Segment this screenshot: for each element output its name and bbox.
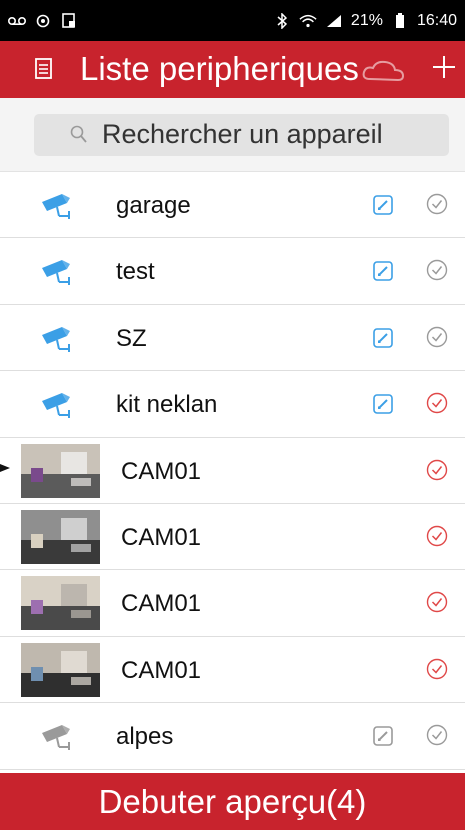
title-bar: Liste peripheriques — [0, 41, 465, 98]
device-thumbnail — [21, 443, 100, 498]
device-name: CAM01 — [121, 457, 202, 485]
device-row[interactable]: CAM01 — [0, 636, 465, 704]
select-check-icon[interactable] — [426, 525, 448, 547]
device-row[interactable]: kit neklan — [0, 371, 465, 438]
start-preview-label: Debuter aperçu(4) — [98, 782, 367, 820]
voicemail-icon — [8, 14, 26, 28]
search-input[interactable]: Rechercher un appareil — [34, 114, 449, 156]
camera-icon — [40, 258, 76, 286]
device-name: alpes — [116, 723, 174, 751]
clock: 16:40 — [416, 11, 457, 29]
select-check-icon[interactable] — [426, 259, 448, 281]
screenshot-icon — [60, 12, 78, 28]
camera-icon — [40, 325, 76, 353]
status-bar: 21% 16:40 — [0, 0, 465, 41]
menu-icon[interactable] — [34, 57, 54, 81]
select-check-icon[interactable] — [426, 724, 448, 746]
edit-icon[interactable] — [372, 327, 394, 349]
bluetooth-icon — [273, 12, 291, 29]
select-check-icon[interactable] — [426, 326, 448, 348]
edit-icon[interactable] — [372, 260, 394, 282]
search-area: Rechercher un appareil — [0, 98, 465, 172]
device-row[interactable]: SZ — [0, 304, 465, 372]
camera-icon — [40, 192, 76, 220]
device-row[interactable]: garage — [0, 172, 465, 239]
device-name: kit neklan — [116, 391, 218, 419]
sync-icon — [34, 14, 52, 28]
select-check-icon[interactable] — [426, 392, 448, 414]
select-check-icon[interactable] — [426, 193, 448, 215]
device-thumbnail — [21, 576, 100, 631]
device-name: SZ — [116, 324, 147, 352]
device-name: garage — [116, 192, 191, 219]
device-name: test — [116, 258, 155, 286]
device-row[interactable]: test — [0, 238, 465, 305]
cloud-icon — [360, 59, 406, 83]
search-placeholder: Rechercher un appareil — [102, 119, 383, 149]
edit-icon[interactable] — [372, 393, 394, 415]
edit-icon[interactable] — [372, 725, 394, 747]
select-check-icon[interactable] — [426, 591, 448, 613]
edit-icon[interactable] — [372, 194, 394, 216]
device-name: CAM01 — [121, 590, 202, 618]
device-name: CAM01 — [121, 523, 202, 551]
battery-icon — [391, 12, 409, 28]
wifi-icon — [299, 14, 317, 28]
device-name: CAM01 — [121, 656, 202, 684]
camera-icon — [40, 723, 76, 751]
device-thumbnail — [21, 509, 100, 564]
pointer-arrow-icon — [0, 461, 12, 473]
device-row[interactable]: CAM01 — [0, 570, 465, 637]
device-thumbnail — [21, 642, 100, 697]
start-preview-button[interactable]: Debuter aperçu(4) — [0, 773, 465, 830]
camera-icon — [40, 391, 76, 419]
select-check-icon[interactable] — [426, 658, 448, 680]
device-row[interactable]: alpes — [0, 703, 465, 770]
battery-percent: 21% — [350, 11, 383, 29]
signal-icon — [325, 14, 343, 28]
search-icon — [70, 125, 88, 145]
device-row[interactable]: CAM01 — [0, 437, 465, 504]
page-title: Liste peripheriques — [80, 50, 359, 87]
device-row[interactable]: CAM01 — [0, 503, 465, 571]
add-device-button[interactable] — [430, 53, 458, 81]
select-check-icon[interactable] — [426, 459, 448, 481]
device-list: garage test SZ kit neklan CAM01 CAM01 CAM01 CAM… — [0, 172, 465, 770]
